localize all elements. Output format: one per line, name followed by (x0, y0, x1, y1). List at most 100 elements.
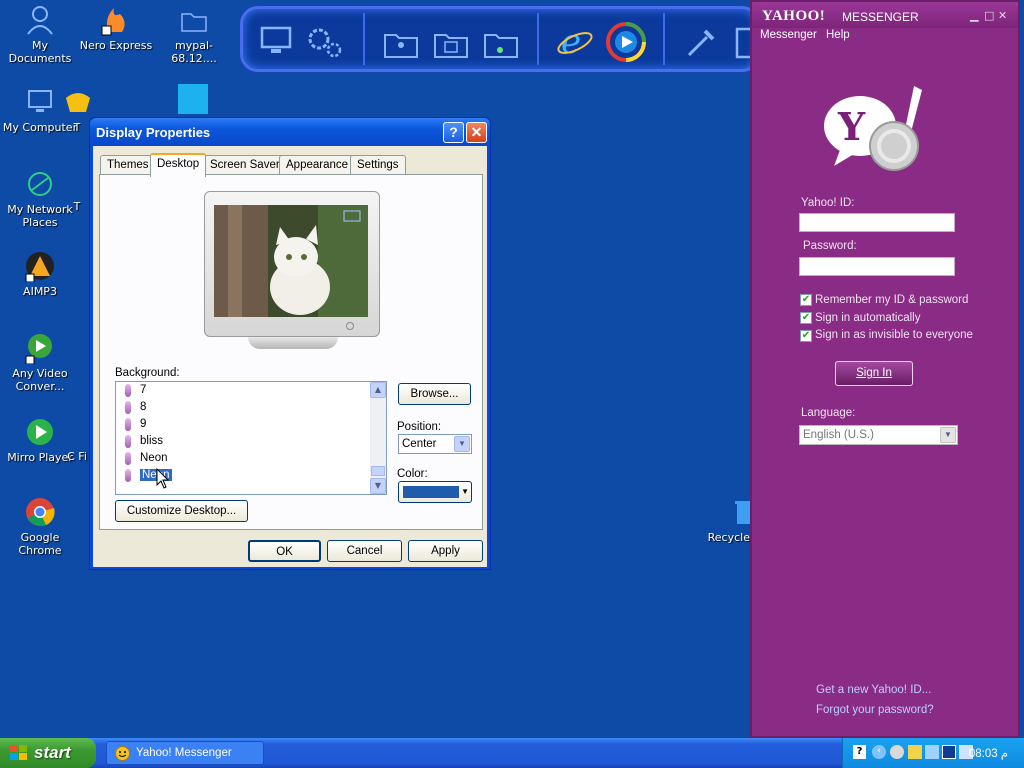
desktop-icon-partial-t1[interactable]: T (62, 86, 92, 134)
help-button[interactable]: ? (443, 122, 464, 143)
monitor-icon (28, 90, 52, 112)
desktop-icon-label: C Fi (67, 450, 87, 463)
smiley-icon (115, 746, 130, 761)
gear-icon[interactable] (305, 25, 345, 61)
tab-appearance[interactable]: Appearance (279, 155, 356, 175)
language-value: English (U.S.) (803, 429, 874, 441)
desktop-icon-partial-cf[interactable]: C Fi (62, 450, 92, 463)
help-tray-icon[interactable]: ? (853, 745, 866, 759)
list-item[interactable]: 8 (116, 399, 386, 416)
desktop-icon-my-network-places[interactable]: My Network Places (0, 168, 80, 229)
desktop-icon-recycle-bin[interactable]: Recycle (700, 496, 750, 544)
password-input[interactable] (799, 257, 955, 276)
apply-button[interactable]: Apply (408, 540, 483, 562)
music-folder-icon[interactable] (483, 29, 519, 59)
wallpaper-file-icon (125, 418, 131, 431)
gear-tray-icon[interactable] (925, 745, 939, 759)
media-center-icon[interactable] (605, 21, 647, 63)
chevron-down-icon: ▼ (461, 487, 469, 496)
list-item[interactable]: 7 (116, 382, 386, 399)
cat-wallpaper-image (214, 205, 368, 317)
menu-help[interactable]: Help (826, 29, 850, 41)
smiley-tray-icon[interactable] (890, 745, 904, 759)
pictures-folder-icon[interactable] (433, 29, 469, 59)
desktop-icon-partial-t2[interactable]: T (62, 200, 92, 213)
menu-messenger[interactable]: Messenger (760, 29, 817, 41)
title-bar[interactable]: YAHOO! MESSENGER ▁ □ ✕ (752, 2, 1018, 28)
close-button[interactable]: ✕ (466, 122, 487, 143)
desktop-icon-any-video-converter[interactable]: Any Video Conver... (0, 332, 80, 393)
tab-desktop[interactable]: Desktop (150, 153, 207, 177)
folder-icon (181, 13, 207, 32)
maximize-icon[interactable]: □ (984, 9, 994, 22)
desktop-icon-label: Nero Express (79, 39, 153, 52)
chevron-down-icon[interactable]: ▼ (940, 427, 956, 443)
customize-desktop-button[interactable]: Customize Desktop... (115, 500, 248, 522)
scroll-down-arrow-icon[interactable]: ▼ (370, 478, 386, 494)
browse-button[interactable]: Browse... (398, 383, 471, 405)
yahoo-id-input[interactable] (799, 213, 955, 232)
internet-explorer-icon[interactable]: e (555, 21, 595, 61)
close-icon[interactable]: ✕ (998, 9, 1007, 22)
show-hidden-icons-button[interactable]: ‹ (872, 745, 886, 759)
auto-signin-label: Sign in automatically (815, 312, 921, 324)
monitor-power-light (346, 322, 354, 330)
messenger-tray-icon[interactable] (908, 745, 922, 759)
position-select[interactable]: Center ▼ (398, 434, 472, 454)
clock: 08:03 م (968, 748, 1008, 760)
desktop-icon-label: Google Chrome (18, 531, 62, 557)
tab-screen-saver[interactable]: Screen Saver (203, 155, 287, 175)
wallpaper-file-icon (125, 401, 131, 414)
desktop-icon-label: mypal-68.12.... (171, 39, 217, 65)
display-properties-window: Display Properties ? ✕ Themes Desktop Sc… (89, 117, 491, 570)
scroll-thumb[interactable] (371, 466, 385, 476)
position-label: Position: (397, 421, 442, 433)
forgot-password-link[interactable]: Forgot your password? (816, 704, 934, 716)
tab-themes[interactable]: Themes (100, 155, 156, 175)
list-scrollbar[interactable]: ▲ ▼ (370, 382, 386, 494)
cancel-button[interactable]: Cancel (327, 540, 402, 562)
background-label: Background: (115, 367, 180, 379)
color-picker-button[interactable]: ▼ (398, 481, 472, 503)
get-new-id-link[interactable]: Get a new Yahoo! ID... (816, 684, 931, 696)
desktop-icon-my-documents[interactable]: My Documents (0, 4, 80, 65)
sign-in-button[interactable]: Sign In (835, 361, 913, 386)
title-bar[interactable]: Display Properties ? ✕ (90, 118, 490, 146)
tab-settings[interactable]: Settings (350, 155, 406, 175)
ok-button[interactable]: OK (248, 540, 321, 562)
list-item[interactable]: 9 (116, 416, 386, 433)
remember-label: Remember my ID & password (815, 294, 969, 306)
app-name: MESSENGER (842, 10, 919, 24)
position-value: Center (402, 438, 437, 450)
mouse-cursor-icon (156, 468, 170, 489)
list-item[interactable]: Neon (116, 450, 386, 467)
user-folder-icon[interactable] (383, 29, 419, 59)
desktop-icon-mypal[interactable]: mypal-68.12.... (154, 4, 234, 65)
windows-logo-icon[interactable] (178, 84, 208, 114)
wallpaper-file-icon (125, 384, 131, 397)
scroll-up-arrow-icon[interactable]: ▲ (370, 382, 386, 398)
desktop-icon-google-chrome[interactable]: Google Chrome (0, 496, 80, 557)
network-tray-icon[interactable] (942, 745, 956, 759)
desktop-icon-aimp3[interactable]: AIMP3 (0, 250, 80, 298)
wallpaper-preview (214, 205, 368, 317)
yahoo-messenger-window: YAHOO! MESSENGER ▁ □ ✕ Messenger Help Y … (750, 0, 1020, 738)
list-item[interactable]: bliss (116, 433, 386, 450)
monitor-icon[interactable] (259, 25, 293, 57)
desktop-icon-label: AIMP3 (23, 285, 57, 298)
tools-icon[interactable] (683, 27, 717, 61)
chevron-down-icon[interactable]: ▼ (454, 436, 470, 452)
media-player-icon (27, 419, 53, 445)
dialog-body: Themes Desktop Screen Saver Appearance S… (93, 146, 487, 567)
yahoo-brand: YAHOO! (762, 8, 826, 24)
taskbar-item-yahoo-messenger[interactable]: Yahoo! Messenger (106, 741, 264, 765)
invisible-checkbox[interactable]: ✔ (800, 330, 812, 342)
desktop-icon-nero-express[interactable]: Nero Express (76, 4, 156, 52)
color-label: Color: (397, 468, 428, 480)
start-button[interactable]: start (0, 738, 96, 768)
minimize-icon[interactable]: ▁ (970, 9, 978, 22)
remember-checkbox[interactable]: ✔ (800, 294, 812, 306)
auto-signin-checkbox[interactable]: ✔ (800, 312, 812, 324)
window-title: Display Properties (96, 125, 211, 140)
language-select[interactable]: English (U.S.) ▼ (799, 425, 958, 445)
